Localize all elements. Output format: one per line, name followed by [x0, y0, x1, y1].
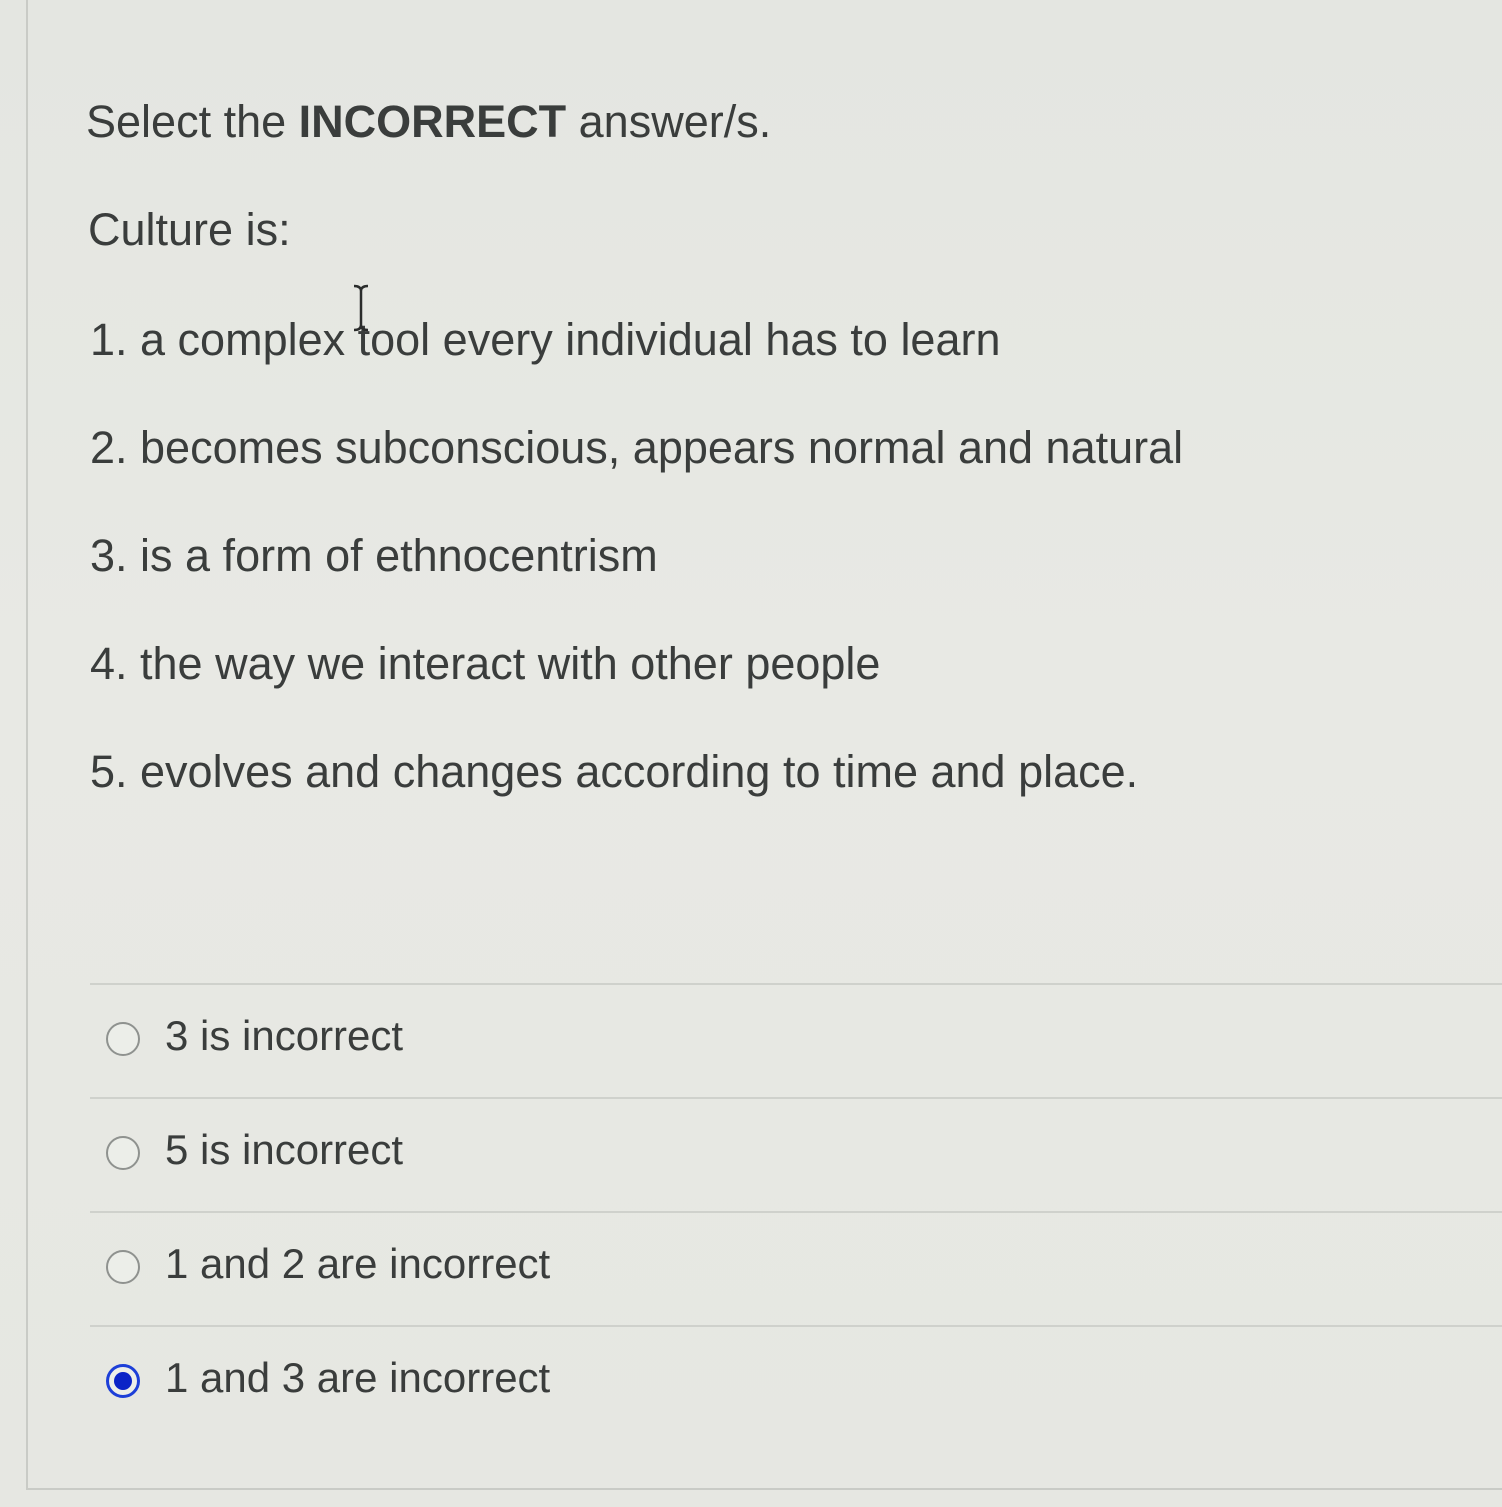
radio-button[interactable]	[106, 1136, 140, 1170]
question-instruction: Select the INCORRECT answer/s.	[86, 92, 771, 152]
statement-3: 3. is a form of ethnocentrism	[90, 530, 658, 581]
instruction-emphasis: INCORRECT	[298, 96, 567, 147]
option-3-is-incorrect[interactable]: 3 is incorrect	[90, 1000, 1490, 1080]
statement-2: 2. becomes subconscious, appears normal …	[90, 422, 1184, 473]
option-label[interactable]: 5 is incorrect	[165, 1122, 403, 1178]
option-label[interactable]: 1 and 3 are incorrect	[165, 1350, 550, 1406]
option-divider	[90, 1097, 1502, 1099]
statement-4: 4. the way we interact with other people	[90, 638, 881, 689]
statement-5: 5. evolves and changes according to time…	[90, 746, 1139, 797]
radio-button[interactable]	[106, 1022, 140, 1056]
option-label[interactable]: 3 is incorrect	[165, 1008, 403, 1064]
instruction-prefix: Select the	[86, 96, 299, 147]
option-divider	[90, 1325, 1502, 1327]
option-1-and-3-are-incorrect[interactable]: 1 and 3 are incorrect	[90, 1342, 1490, 1422]
option-1-and-2-are-incorrect[interactable]: 1 and 2 are incorrect	[90, 1228, 1490, 1308]
quiz-page: Select the INCORRECT answer/s. Culture i…	[0, 0, 1502, 1507]
option-divider	[90, 1211, 1502, 1213]
radio-button-selected[interactable]	[106, 1364, 140, 1398]
question-stem: Culture is:	[88, 204, 291, 255]
radio-button[interactable]	[106, 1250, 140, 1284]
option-divider	[90, 983, 1502, 985]
instruction-suffix: answer/s.	[566, 96, 772, 147]
statement-1: 1. a complex tool every individual has t…	[90, 314, 1001, 365]
text-cursor-icon	[353, 284, 369, 332]
option-label[interactable]: 1 and 2 are incorrect	[165, 1236, 550, 1292]
option-5-is-incorrect[interactable]: 5 is incorrect	[90, 1114, 1490, 1194]
